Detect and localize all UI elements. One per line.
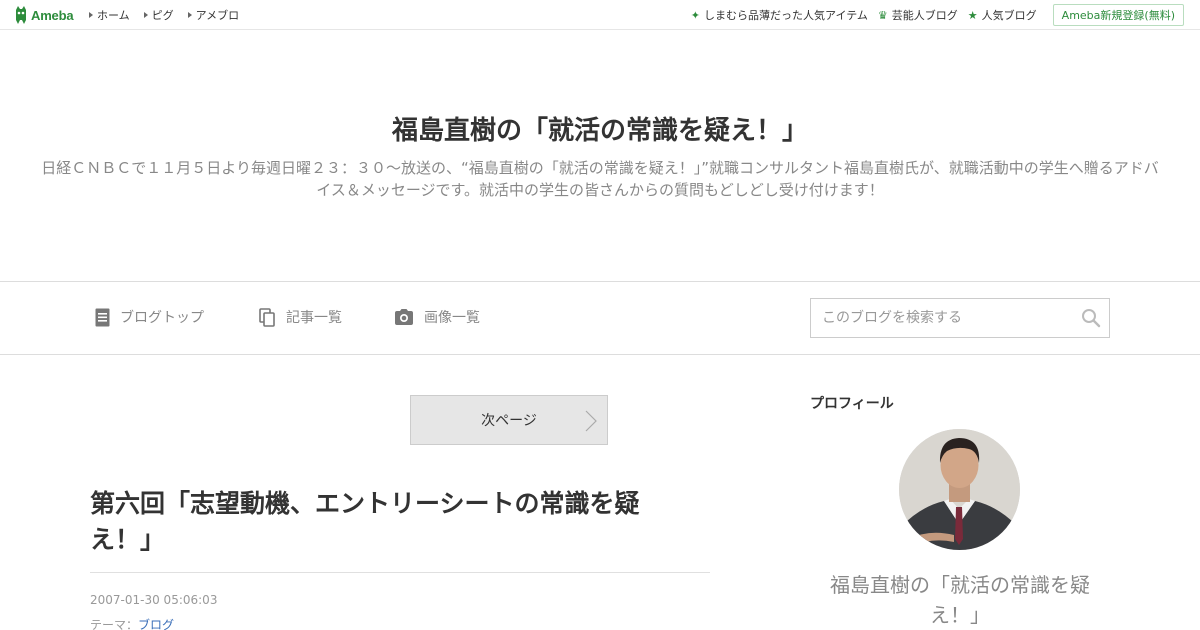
- celebrity-blog-link[interactable]: ♛ 芸能人ブログ: [878, 7, 958, 23]
- top-nav-ameblo[interactable]: アメブロ: [187, 7, 240, 23]
- blog-navbar: ブログトップ 記事一覧 画像一覧: [0, 281, 1200, 355]
- crown-icon: ♛: [877, 8, 888, 22]
- avatar[interactable]: [899, 429, 1020, 550]
- article-title[interactable]: 第六回「志望動機、エントリーシートの常識を疑え！」: [90, 486, 690, 558]
- next-page-label: 次ページ: [481, 413, 537, 429]
- search-icon[interactable]: [1081, 308, 1101, 328]
- nav-entry-list-label: 記事一覧: [286, 310, 342, 326]
- top-right-links: ✦ しまむら品薄だった人気アイテム ♛ 芸能人ブログ ★ 人気ブログ Ameba新規登…: [681, 0, 1184, 30]
- ameba-mascot-icon: [16, 6, 26, 24]
- ameba-logo[interactable]: Ameba: [14, 6, 74, 24]
- chevron-right-icon: [585, 410, 597, 432]
- blog-description: 日経ＣＮＢＣで１１月５日より毎週日曜２３：３０～放送の、“福島直樹の「就活の常識…: [41, 159, 1159, 199]
- nav-blog-top[interactable]: ブログトップ: [95, 307, 204, 327]
- article-divider: [90, 572, 710, 573]
- triangle-right-icon: [143, 12, 148, 18]
- theme-link[interactable]: ブログ: [138, 618, 174, 630]
- blog-search: [810, 298, 1110, 338]
- register-button[interactable]: Ameba新規登録(無料): [1052, 4, 1184, 26]
- profile-heading: プロフィール: [810, 396, 894, 412]
- global-header: Ameba ホーム ピグ アメブロ ✦ しまむら品薄だった人気アイテム ♛ 芸能人ブ…: [0, 0, 1200, 30]
- trend-link[interactable]: ✦ しまむら品薄だった人気アイテム: [691, 7, 868, 23]
- top-nav-label: ピグ: [151, 9, 174, 22]
- copy-icon: [259, 307, 275, 327]
- trend-link-label: しまむら品薄だった人気アイテム: [704, 9, 868, 22]
- top-nav: ホーム ピグ アメブロ: [89, 0, 253, 30]
- nav-entry-list[interactable]: 記事一覧: [259, 307, 342, 327]
- nav-image-list[interactable]: 画像一覧: [394, 307, 480, 327]
- sparkle-icon: ✦: [690, 8, 701, 22]
- popular-blog-link[interactable]: ★ 人気ブログ: [968, 7, 1037, 23]
- document-icon: [95, 308, 110, 326]
- triangle-right-icon: [187, 12, 192, 18]
- logo-text: Ameba: [31, 7, 74, 23]
- nav-blog-top-label: ブログトップ: [120, 310, 204, 326]
- top-nav-home[interactable]: ホーム: [89, 7, 130, 23]
- search-input[interactable]: [811, 299, 1071, 337]
- star-icon: ★: [967, 8, 978, 22]
- celebrity-blog-label: 芸能人ブログ: [891, 9, 958, 22]
- camera-icon: [395, 309, 413, 325]
- nav-image-list-label: 画像一覧: [424, 310, 480, 326]
- article-date: 2007-01-30 05:06:03: [90, 593, 218, 607]
- triangle-right-icon: [89, 12, 93, 18]
- next-page-button[interactable]: 次ページ: [410, 395, 608, 445]
- top-nav-label: ホーム: [97, 9, 130, 22]
- profile-name[interactable]: 福島直樹の「就活の常識を疑え！」: [820, 570, 1100, 630]
- profile-photo: [899, 429, 1020, 550]
- popular-blog-label: 人気ブログ: [981, 9, 1037, 22]
- blog-title[interactable]: 福島直樹の「就活の常識を疑え！」: [0, 110, 1200, 147]
- article-theme: テーマ：ブログ: [90, 616, 174, 630]
- top-nav-label: アメブロ: [195, 9, 240, 22]
- top-nav-pigg[interactable]: ピグ: [143, 7, 174, 23]
- theme-label: テーマ：: [90, 618, 139, 630]
